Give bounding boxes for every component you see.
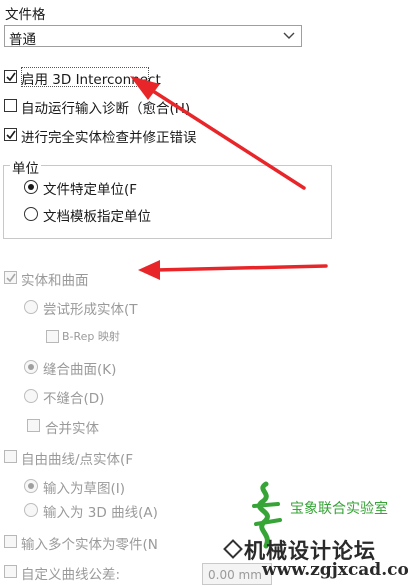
knit-surfaces-label: 缝合曲面(K) (43, 362, 117, 378)
file-specific-units-label: 文件特定单位(F (43, 182, 138, 198)
custom-curve-tolerance-label: 自定义曲线公差: (21, 567, 121, 583)
brep-map-label: B-Rep 映射 (62, 330, 120, 343)
import-as-3d-curve-radio[interactable] (24, 503, 38, 517)
watermark-url-text: www.zgjxcad.com (262, 560, 408, 580)
try-form-solid-radio[interactable] (24, 300, 38, 314)
free-curves-label: 自由曲线/点实体(F (21, 452, 134, 468)
multi-body-part-checkbox[interactable] (4, 535, 17, 548)
knit-surfaces-radio[interactable] (24, 360, 38, 374)
file-format-value: 普通 (9, 32, 36, 48)
import-as-3d-curve-label: 输入为 3D 曲线(A) (43, 505, 158, 521)
solids-surfaces-label: 实体和曲面 (21, 273, 89, 289)
import-as-sketch-radio[interactable] (24, 479, 38, 493)
focus-rectangle (21, 67, 149, 87)
solids-surfaces-checkbox[interactable] (4, 271, 17, 284)
file-format-label: 文件格 (5, 7, 46, 23)
auto-diagnostics-label: 自动运行输入诊断（愈合(H) (21, 101, 191, 117)
multi-body-part-label: 输入多个实体为零件(N (21, 537, 158, 553)
units-groupbox (3, 165, 332, 239)
curve-tolerance-value: 0.00 mm (208, 568, 262, 582)
merge-bodies-label: 合并实体 (45, 421, 99, 437)
arrow-to-solids-surfaces (138, 260, 328, 280)
radio-dot (28, 364, 34, 370)
checkmark-icon (6, 130, 16, 140)
watermark-lab-text: 宝象联合实验室 (290, 501, 388, 517)
doc-template-units-radio[interactable] (24, 207, 38, 221)
radio-dot (28, 184, 34, 190)
checkmark-icon (6, 72, 16, 82)
no-knit-radio[interactable] (24, 389, 38, 403)
file-specific-units-radio[interactable] (24, 180, 38, 194)
radio-dot (28, 483, 34, 489)
diamond-icon (223, 539, 243, 559)
merge-bodies-checkbox[interactable] (27, 419, 40, 432)
file-format-dropdown[interactable]: 普通 (4, 25, 302, 48)
full-entity-check-checkbox[interactable] (4, 128, 17, 141)
no-knit-label: 不缝合(D) (43, 391, 105, 407)
checkmark-icon (6, 273, 16, 283)
import-as-sketch-label: 输入为草图(I) (43, 481, 126, 497)
free-curves-checkbox[interactable] (4, 450, 17, 463)
auto-diagnostics-checkbox[interactable] (4, 99, 17, 112)
doc-template-units-label: 文档模板指定单位 (43, 209, 151, 225)
brep-map-checkbox[interactable] (46, 330, 59, 343)
full-entity-check-label: 进行完全实体检查并修正错误 (21, 130, 197, 146)
enable-3d-interconnect-checkbox[interactable] (4, 70, 17, 83)
chevron-down-icon (283, 32, 295, 39)
units-title: 单位 (10, 157, 41, 177)
custom-curve-tolerance-checkbox[interactable] (4, 565, 17, 578)
try-form-solid-label: 尝试形成实体(T (43, 302, 138, 318)
